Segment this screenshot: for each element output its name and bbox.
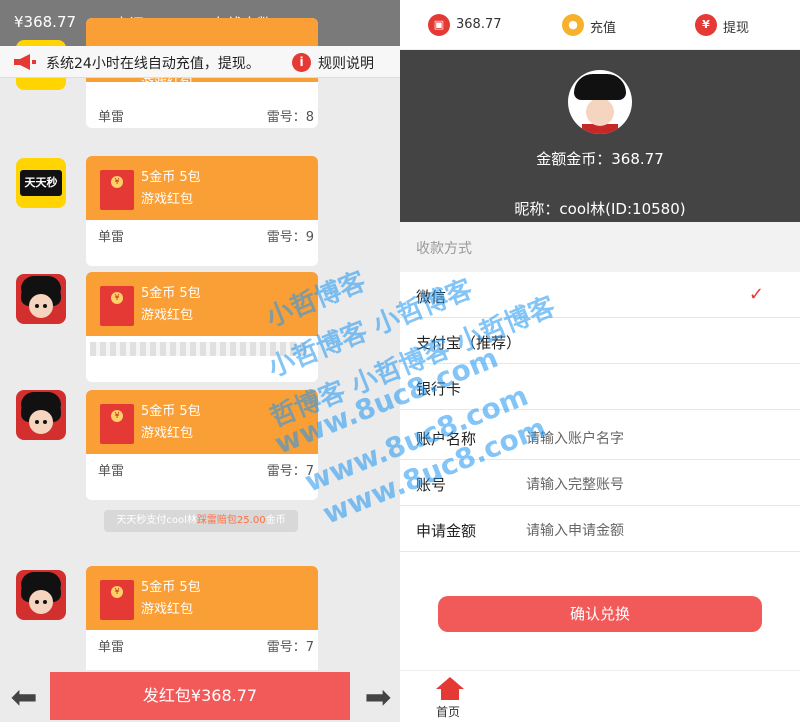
packet-amount: 5金币 5包 [141, 580, 201, 595]
amount-input[interactable]: 请输入申请金额 [526, 520, 624, 540]
packet-mine-number: 雷号：9 [266, 230, 314, 245]
withdraw-link[interactable]: 提现 [723, 17, 749, 36]
profile-avatar [568, 70, 632, 134]
confirm-exchange-button[interactable]: 确认兑换 [438, 596, 762, 632]
envelope-icon: ¥ [100, 170, 134, 210]
wallet-icon: ▣ [428, 14, 450, 36]
avatar[interactable] [16, 390, 66, 440]
balance-label: ¥368.77 [14, 13, 77, 31]
packet-type: 游戏红包 [141, 308, 194, 323]
avatar[interactable] [16, 274, 66, 324]
packet-type: 游戏红包 [141, 426, 194, 441]
send-red-packet-button[interactable]: 发红包¥368.77 [50, 672, 350, 720]
arrow-left-icon[interactable]: ⬅ [4, 680, 44, 714]
packet-mine-number: 雷号：7 [266, 640, 314, 655]
packet-mine-number: 雷号：8 [266, 110, 314, 125]
yen-icon[interactable]: ¥ [695, 14, 717, 36]
avatar[interactable] [16, 570, 66, 620]
packet-mode: 单雷 [98, 464, 125, 479]
wallet-balance: 368.77 [456, 17, 502, 32]
packet-type: 游戏红包 [141, 602, 194, 617]
rules-link[interactable]: 规则说明 [318, 53, 374, 73]
system-message-pre: 天天秒支付cool林 [116, 515, 197, 526]
notice-text: 系统24小时在线自动充值，提现。 [46, 56, 260, 72]
packet-mode: 单雷 [98, 230, 125, 245]
section-title-text: 收款方式 [416, 241, 472, 257]
tab-home[interactable]: 首页 [436, 703, 460, 720]
red-packet-card[interactable]: ¥ 5金币 5包 游戏红包 单雷 雷号：7 [86, 566, 318, 676]
packet-amount: 5金币 5包 [141, 404, 201, 419]
packet-mode: 单雷 [98, 640, 125, 655]
account-number-input[interactable]: 请输入完整账号 [526, 474, 624, 494]
chat-room-panel: ¥368.77 房间： 4 在线人数：1 系统24小时在线自动充值，提现。 i … [0, 0, 400, 722]
packet-mode: 单雷 [98, 110, 125, 125]
home-icon[interactable] [436, 677, 464, 701]
system-message-amount: 踩雷赔包25.00 [196, 515, 266, 526]
check-icon: ✓ [748, 284, 764, 305]
recharge-link[interactable]: 充值 [590, 17, 616, 36]
envelope-icon: ¥ [100, 404, 134, 444]
system-message: 天天秒支付cool林踩雷赔包25.00金币 [104, 510, 298, 532]
avatar[interactable]: 天天秒 [16, 158, 66, 208]
wallet-header: ▣ 368.77 ● 充值 ¥ 提现 [400, 0, 800, 50]
amount-field[interactable]: 申请金额 请输入申请金额 [400, 506, 800, 552]
packet-type: 游戏红包 [141, 192, 194, 207]
bottom-tab-bar: 首页 [400, 670, 800, 722]
profile-amount: 金额金币：368.77 [536, 150, 664, 168]
profile-nickname: 昵称：cool林(ID:10580) [514, 200, 686, 218]
envelope-icon: ¥ [100, 286, 134, 326]
avatar-label: 天天秒 [20, 170, 62, 196]
arrow-right-icon[interactable]: ➡ [358, 680, 398, 714]
field-label: 申请金额 [416, 522, 477, 540]
envelope-icon: ¥ [100, 580, 134, 620]
megaphone-icon [14, 54, 36, 70]
coin-icon[interactable]: ● [562, 14, 584, 36]
red-packet-card[interactable]: ¥ 5金币 5包 游戏红包 单雷 雷号：9 [86, 156, 318, 266]
profile-header: 金额金币：368.77 昵称：cool林(ID:10580) [400, 50, 800, 222]
packet-amount: 5金币 5包 [141, 286, 201, 301]
system-message-post: 金币 [265, 515, 286, 526]
payment-section-title: 收款方式 [400, 222, 800, 272]
packet-amount: 5金币 5包 [141, 170, 201, 185]
notice-bar-overlay: 系统24小时在线自动充值，提现。 i 规则说明 [0, 46, 400, 78]
info-icon[interactable]: i [292, 53, 311, 72]
